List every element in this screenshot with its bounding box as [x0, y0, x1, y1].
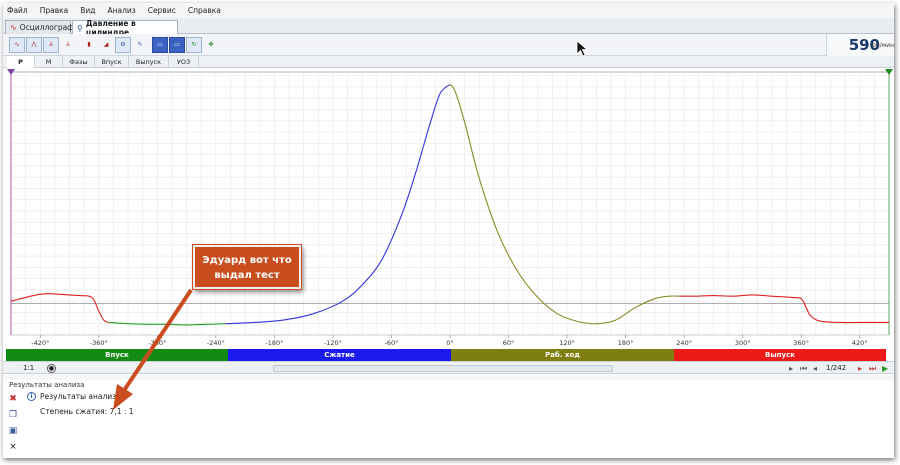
horizontal-scrollbar[interactable] [273, 365, 613, 372]
close-icon[interactable]: × [7, 441, 19, 453]
x-tick-label: -420° [31, 339, 49, 347]
x-tick-label: 300° [735, 339, 751, 347]
first-frame-icon[interactable]: ⏮ [800, 363, 807, 374]
results-panel-title: Результаты анализа [9, 381, 85, 389]
menu-view[interactable]: Вид [80, 6, 95, 15]
refresh-icon[interactable]: ↻ [186, 37, 202, 53]
delete-results-icon[interactable]: ✖ [7, 393, 19, 405]
next-frame-icon[interactable]: ▸ [858, 363, 862, 374]
tool-icon[interactable]: ⚙ [115, 37, 131, 53]
mouse-cursor-icon [576, 40, 589, 57]
menu-analysis[interactable]: Анализ [108, 6, 136, 15]
tab-oscilloscope[interactable]: ∿ Осциллограф [5, 20, 74, 34]
results-panel-icons: ✖ ❐ ▣ × [7, 393, 21, 457]
x-tick-label: 180° [618, 339, 634, 347]
last-frame-icon[interactable]: ⏭ [869, 363, 876, 374]
x-tick-label: -120° [324, 339, 342, 347]
subtab-p[interactable]: P [7, 56, 35, 68]
sensor-icon-2[interactable]: ◢ [98, 37, 114, 53]
save-icon[interactable]: ▣ [7, 425, 19, 437]
view-icon-1[interactable]: ∿ [9, 37, 25, 53]
mode-icon-2[interactable]: ▭ [169, 37, 185, 53]
menu-service[interactable]: Сервис [148, 6, 176, 15]
pressure-sensor-icon: ⚲ [77, 23, 83, 33]
view-icon-2[interactable]: ⋀ [26, 37, 42, 53]
info-icon: i [27, 392, 36, 401]
menu-file[interactable]: Файл [7, 6, 28, 15]
puzzle-icon[interactable]: ✤ [203, 37, 219, 53]
x-tick-label: 120° [559, 339, 575, 347]
subtab-m[interactable]: M [35, 56, 63, 68]
x-tick-label: 60° [503, 339, 515, 347]
annotation-line-1: Эдуард вот что [202, 255, 292, 266]
app-window: Файл Правка Вид Анализ Сервис Справка ∿ … [3, 3, 894, 458]
annotation-callout: Эдуард вот что выдал тест [193, 245, 301, 289]
subtab-ignition[interactable]: УОЗ [169, 56, 199, 68]
tab-cylinder-pressure[interactable]: ⚲ Давление в цилиндре [72, 19, 178, 37]
settings-icon[interactable]: ✎ [132, 37, 148, 53]
menu-bar: Файл Правка Вид Анализ Сервис Справка [3, 3, 894, 18]
x-tick-label: -60° [385, 339, 399, 347]
mode-icon-1[interactable]: ▭ [152, 37, 168, 53]
x-tick-label: 0° [446, 339, 453, 347]
x-tick-label: 360° [793, 339, 809, 347]
phase-power: Раб. ход [451, 349, 674, 361]
toolbar: ∿ ⋀ ⅄ ⅄ ▮ ◢ ⚙ ✎ ▭ ▭ ↻ ✤ [3, 34, 894, 56]
analysis-subtabs: P M Фазы Впуск Выпуск УОЗ [3, 56, 894, 68]
document-tabs: ∿ Осциллограф ⚲ Давление в цилиндре [3, 18, 894, 37]
rpm-readout: 590 об/мин [826, 34, 894, 56]
view-icon-3[interactable]: ⅄ [43, 37, 59, 53]
annotation-arrow [113, 288, 193, 410]
sensor-icon-1[interactable]: ▮ [81, 37, 97, 53]
previous-frame-icon[interactable]: ◂ [813, 363, 817, 374]
view-icon-4[interactable]: ⅄ [60, 37, 76, 53]
annotation-line-2: выдал тест [214, 270, 280, 281]
play-icon[interactable]: ▸ [789, 363, 793, 374]
phase-exhaust: Выпуск [674, 349, 886, 361]
sine-wave-icon: ∿ [10, 23, 17, 32]
x-tick-label: 240° [676, 339, 692, 347]
phase-compression: Сжатие [228, 349, 451, 361]
copy-icon[interactable]: ❐ [7, 409, 19, 421]
x-tick-label: -180° [265, 339, 283, 347]
frame-counter: 1/242 [826, 364, 847, 372]
subtab-intake[interactable]: Впуск [95, 56, 129, 68]
subtab-exhaust[interactable]: Выпуск [129, 56, 169, 68]
run-icon[interactable]: ▶ [882, 363, 888, 374]
rpm-unit: об/мин [872, 42, 894, 49]
record-icon[interactable]: ● [47, 364, 56, 373]
subtab-phases[interactable]: Фазы [63, 56, 95, 68]
tab-oscilloscope-label: Осциллограф [19, 23, 74, 32]
menu-edit[interactable]: Правка [40, 6, 69, 15]
x-tick-label: 420° [852, 339, 868, 347]
scale-label[interactable]: 1:1 [23, 364, 34, 372]
menu-help[interactable]: Справка [188, 6, 221, 15]
